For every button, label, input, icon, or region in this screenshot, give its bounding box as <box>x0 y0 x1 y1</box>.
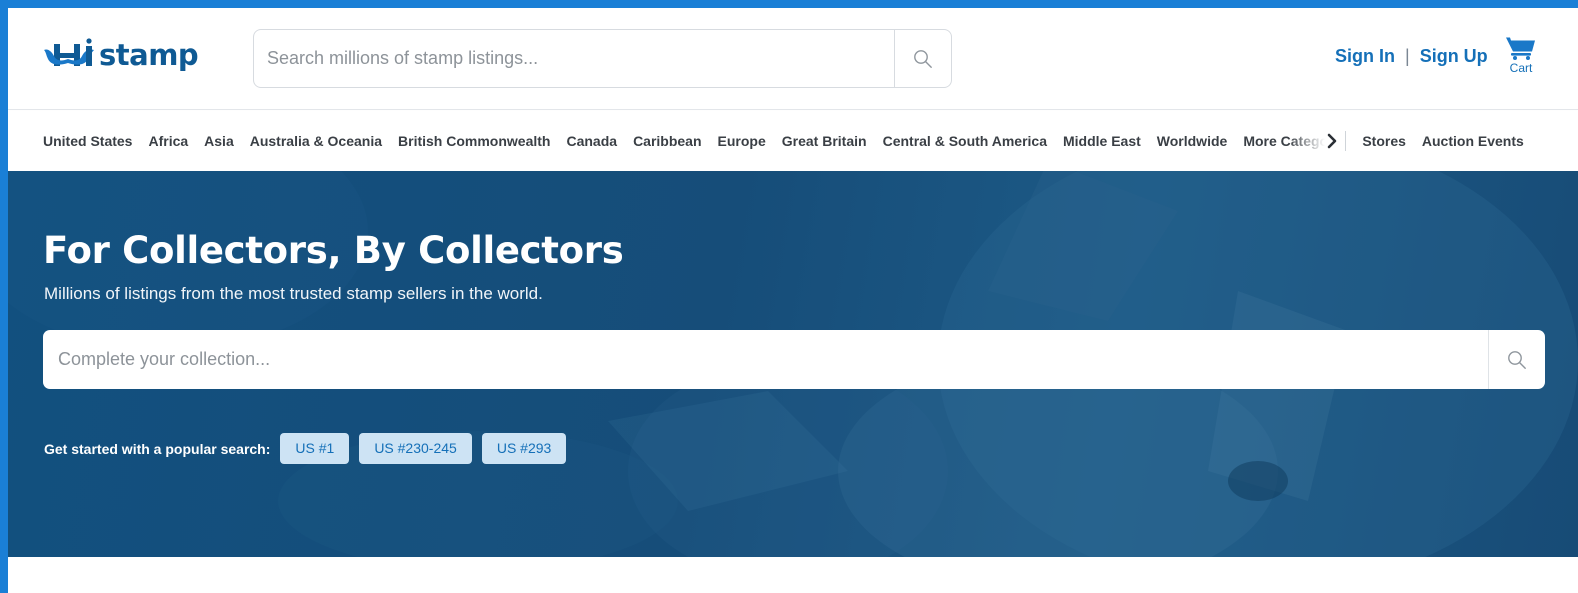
site-header: stamp Sign In | Sign Up Cart <box>8 8 1578 110</box>
hipstamp-logo[interactable]: stamp <box>42 38 199 72</box>
hero-search-button[interactable] <box>1488 330 1545 389</box>
search-icon <box>1508 350 1526 369</box>
nav-item-stores[interactable]: Stores <box>1362 133 1406 149</box>
nav-item-caribbean[interactable]: Caribbean <box>633 133 701 149</box>
nav-item-worldwide[interactable]: Worldwide <box>1157 133 1228 149</box>
nav-item-canada[interactable]: Canada <box>566 133 617 149</box>
nav-divider <box>1345 131 1347 151</box>
chevron-right-icon <box>1328 133 1337 149</box>
popular-search-chip[interactable]: US #293 <box>481 433 567 464</box>
header-search <box>253 29 952 88</box>
logo-text: stamp <box>99 38 199 72</box>
auth-links: Sign In | Sign Up <box>1335 46 1488 67</box>
nav-item-united-states[interactable]: United States <box>43 133 132 149</box>
nav-item-africa[interactable]: Africa <box>148 133 188 149</box>
hero-banner: For Collectors, By Collectors Millions o… <box>8 171 1578 557</box>
nav-item-british-commonwealth[interactable]: British Commonwealth <box>398 133 550 149</box>
cart-button[interactable]: Cart <box>1504 36 1538 75</box>
mustache-logo-icon <box>44 38 94 66</box>
hero-search <box>43 330 1545 389</box>
nav-item-australia-oceania[interactable]: Australia & Oceania <box>250 133 382 149</box>
page: stamp Sign In | Sign Up Cart <box>8 8 1578 593</box>
nav-item-central-south-america[interactable]: Central & South America <box>883 133 1047 149</box>
nav-scroll-right-button[interactable] <box>1327 133 1337 149</box>
nav-item-more-categories[interactable]: More Categories <box>1243 133 1325 149</box>
search-icon <box>914 49 932 68</box>
popular-search-chip[interactable]: US #1 <box>280 433 350 464</box>
hero-title: For Collectors, By Collectors <box>43 229 624 272</box>
nav-item-europe[interactable]: Europe <box>718 133 766 149</box>
header-search-button[interactable] <box>894 30 951 87</box>
cart-label: Cart <box>1509 61 1533 75</box>
nav-item-middle-east[interactable]: Middle East <box>1063 133 1141 149</box>
popular-searches-label: Get started with a popular search: <box>44 440 271 457</box>
popular-searches: Get started with a popular search: US #1… <box>44 433 576 464</box>
hero-search-input[interactable] <box>43 330 1488 389</box>
nav-item-great-britain[interactable]: Great Britain <box>782 133 867 149</box>
nav-item-auction-events[interactable]: Auction Events <box>1422 133 1524 149</box>
sign-up-link[interactable]: Sign Up <box>1420 46 1488 67</box>
popular-search-chip[interactable]: US #230-245 <box>359 433 472 464</box>
sign-in-link[interactable]: Sign In <box>1335 46 1395 67</box>
header-search-input[interactable] <box>254 30 894 87</box>
nav-item-asia[interactable]: Asia <box>204 133 234 149</box>
auth-separator: | <box>1405 46 1410 66</box>
category-nav: United States Africa Asia Australia & Oc… <box>8 111 1578 171</box>
hero-subtitle: Millions of listings from the most trust… <box>44 284 543 303</box>
cart-icon <box>1506 37 1535 60</box>
